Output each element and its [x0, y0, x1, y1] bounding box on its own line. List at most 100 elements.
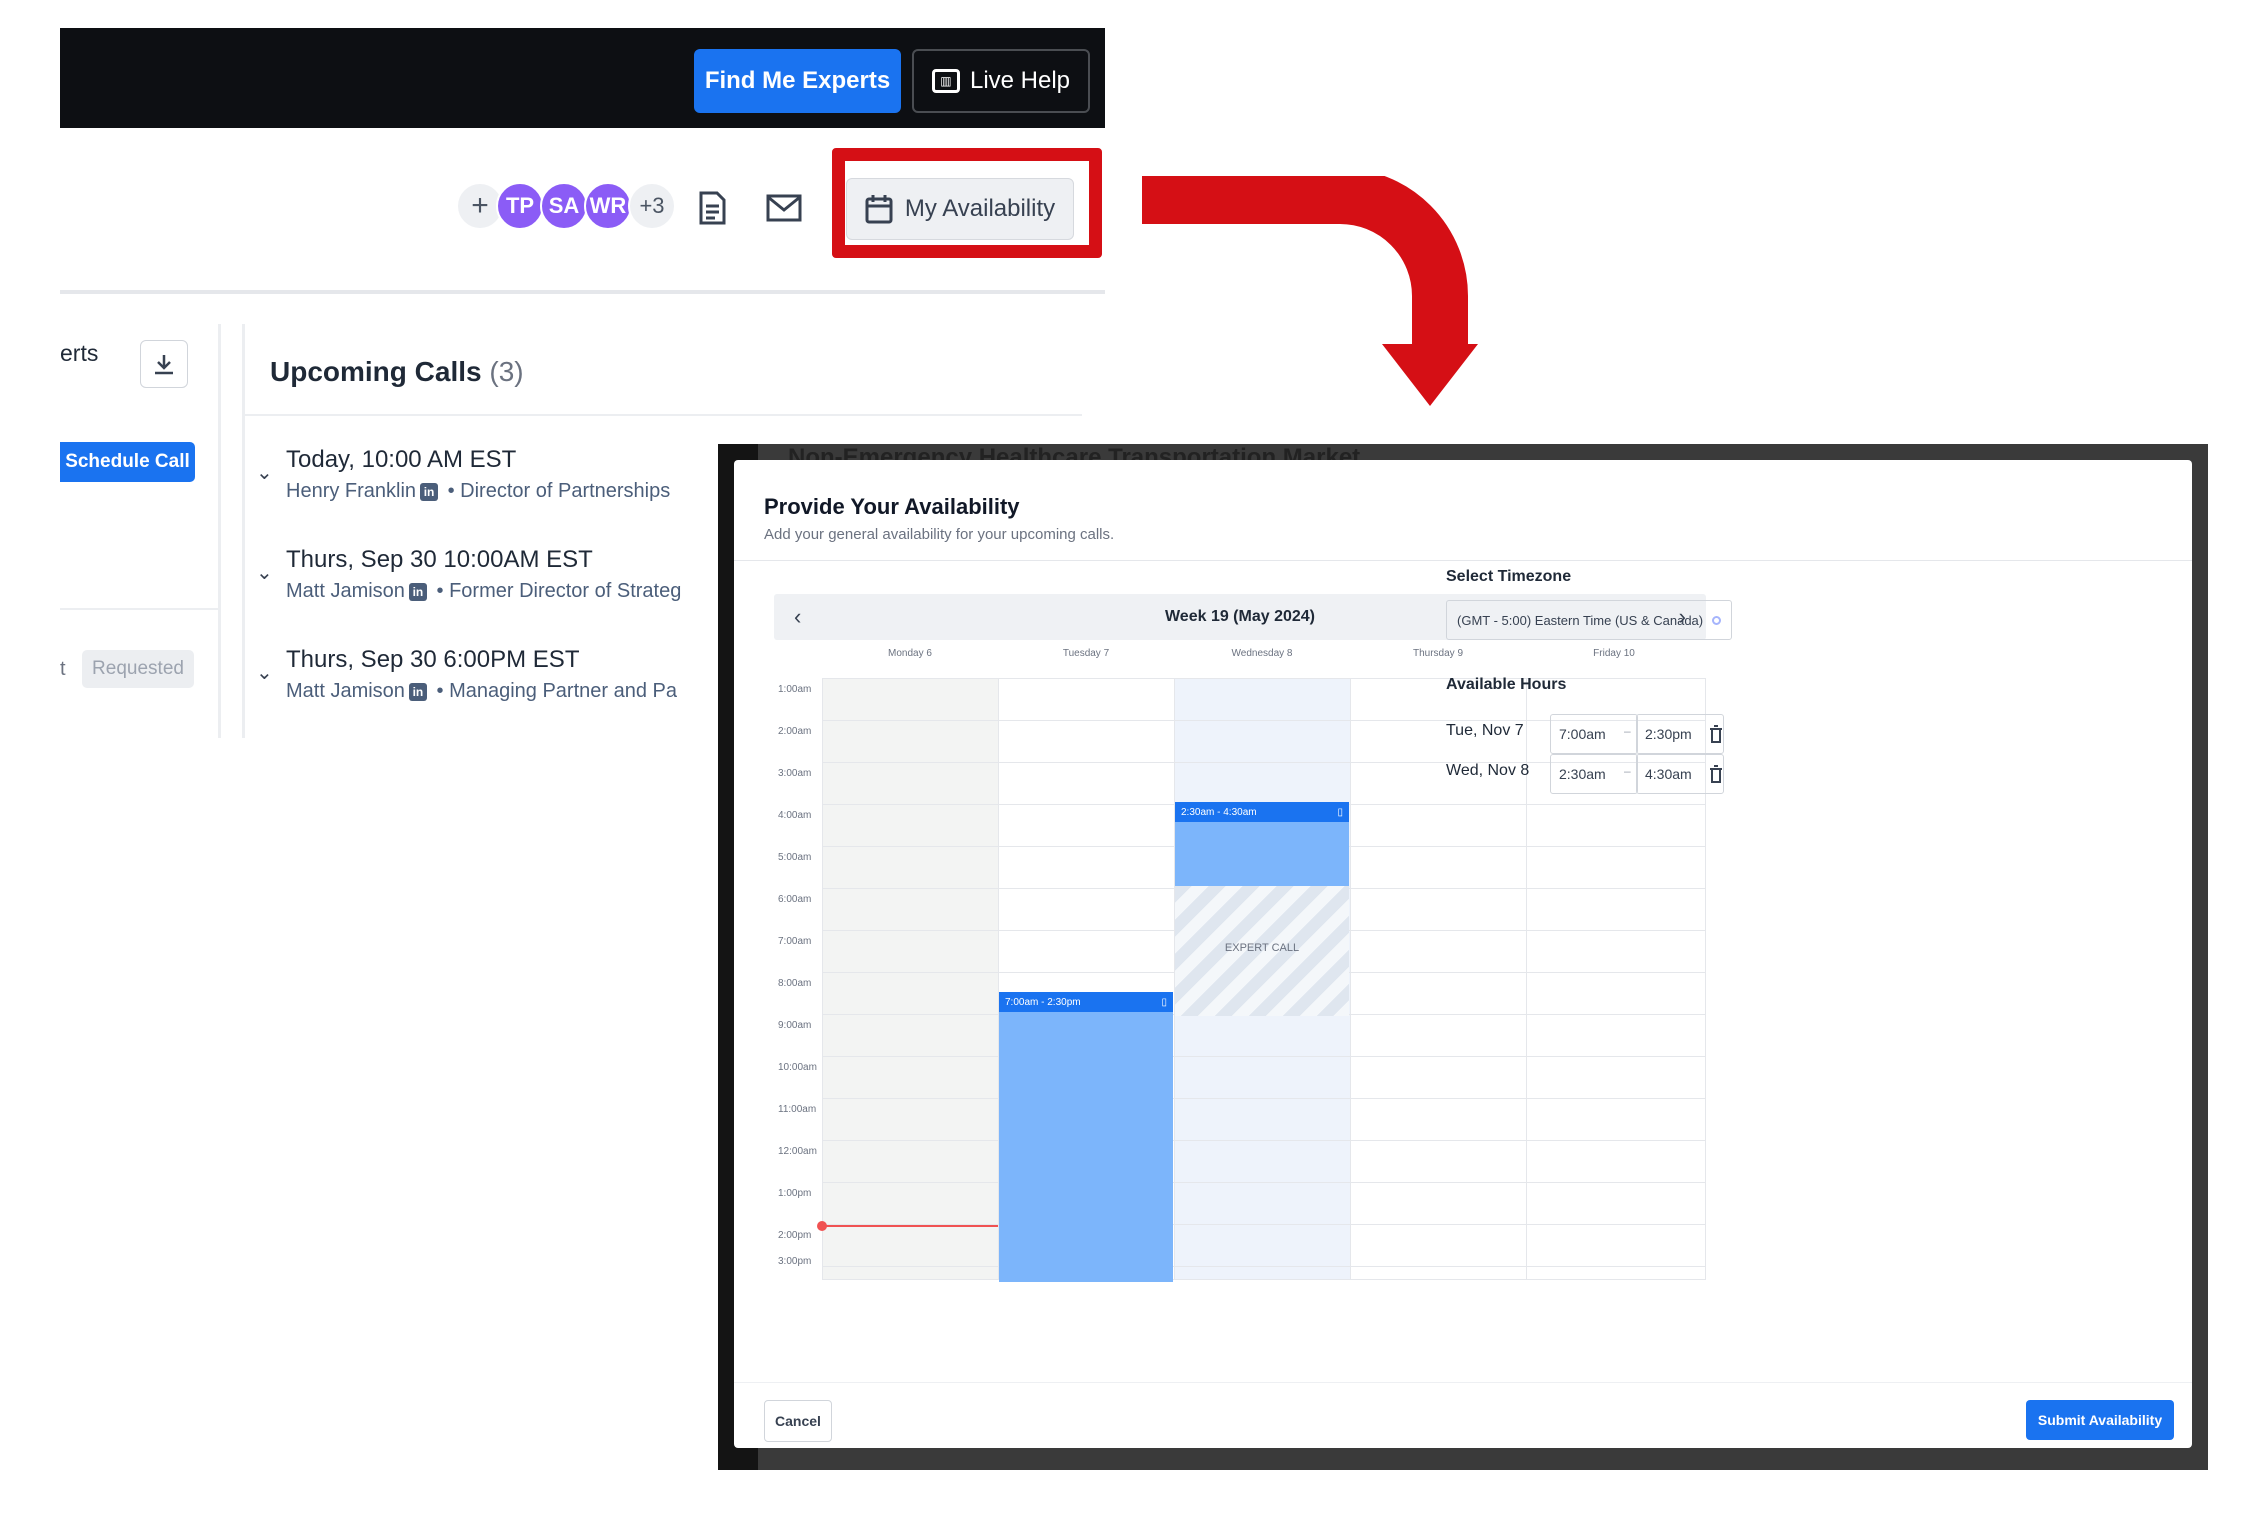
past-day-shade [822, 678, 998, 1280]
download-icon [155, 355, 173, 375]
timezone-select[interactable]: (GMT - 5:00) Eastern Time (US & Canada) [1446, 600, 1732, 640]
grid-line [822, 1182, 1706, 1183]
range-dash: – [1624, 724, 1631, 738]
avatar[interactable]: TP [496, 182, 544, 230]
avatar[interactable]: WR [584, 182, 632, 230]
call-participant: Matt Jamison in • Former Director of Stra… [286, 580, 682, 602]
hours-row: Tue, Nov 7 7:00am – 2:30pm [1446, 714, 1746, 754]
availability-block[interactable]: 2:30am - 4:30am ▯ [1175, 802, 1349, 886]
hours-day: Tue, Nov 7 [1446, 722, 1524, 739]
red-arrow-icon [1142, 176, 1478, 406]
linkedin-icon[interactable]: in [408, 682, 427, 701]
expert-call-label: EXPERT CALL [1224, 942, 1300, 954]
range-dash: – [1624, 764, 1631, 778]
avatar[interactable]: SA [540, 182, 588, 230]
trash-icon[interactable] [1708, 724, 1724, 744]
download-button[interactable] [140, 340, 188, 388]
time-label: 1:00pm [778, 1188, 812, 1199]
clear-icon[interactable] [1712, 615, 1721, 625]
call-time: Today, 10:00 AM EST [286, 446, 517, 473]
call-time: Thurs, Sep 30 6:00PM EST [286, 646, 580, 673]
grid-line [822, 1098, 1706, 1099]
chevron-down-icon[interactable]: ⌄ [256, 560, 273, 585]
time-label: 2:00pm [778, 1230, 812, 1241]
participant-name: Matt Jamison [286, 580, 405, 602]
chat-icon: ▥ [931, 69, 960, 93]
trash-icon[interactable]: ▯ [1161, 997, 1167, 1008]
time-label: 10:00am [778, 1062, 817, 1073]
expert-call-block: EXPERT CALL [1175, 886, 1349, 1016]
experts-tab[interactable]: erts [60, 340, 98, 367]
modal-title: Provide Your Availability [764, 494, 1020, 519]
time-label: 7:00am [778, 936, 812, 947]
divider [734, 1382, 2192, 1383]
top-bar: Find Me Experts ▥ Live Help [60, 28, 1105, 128]
participant-name: Henry Franklin [286, 480, 417, 502]
divider [244, 414, 1082, 416]
hours-day: Wed, Nov 8 [1446, 762, 1530, 779]
hours-row: Wed, Nov 8 2:30am – 4:30am [1446, 754, 1746, 794]
time-label: 11:00am [778, 1104, 817, 1115]
submit-availability-button[interactable]: Submit Availability [2026, 1400, 2174, 1440]
call-time: Thurs, Sep 30 10:00AM EST [286, 546, 593, 573]
time-label: 5:00am [778, 852, 812, 863]
find-me-experts-button[interactable]: Find Me Experts [694, 49, 901, 113]
divider [60, 290, 1105, 294]
availability-block-label: 2:30am - 4:30am [1181, 806, 1257, 818]
mail-icon[interactable] [764, 188, 804, 228]
grid-line [822, 1266, 1706, 1267]
time-label: 4:00am [778, 810, 812, 821]
available-hours-label: Available Hours [1446, 676, 1567, 693]
more-participants-badge[interactable]: +3 [628, 182, 676, 230]
participant-role: Director of Partnerships [460, 480, 671, 502]
truncated-text: t [60, 658, 66, 680]
grid-line [822, 678, 1706, 679]
timezone-label: Select Timezone [1446, 568, 1572, 585]
availability-block-label: 7:00am - 2:30pm [1005, 996, 1081, 1008]
grid-line [822, 1279, 1706, 1280]
availability-block-header: 2:30am - 4:30am ▯ [1175, 802, 1349, 822]
upcoming-calls-count: (3) [489, 356, 524, 387]
grid-line [822, 678, 823, 1280]
current-time-line [822, 1225, 998, 1227]
participant-name: Matt Jamison [286, 680, 405, 702]
schedule-call-button[interactable]: Schedule Call [60, 442, 195, 482]
live-help-label: Live Help [969, 67, 1071, 94]
time-label: 9:00am [778, 1020, 812, 1031]
trash-icon[interactable]: ▯ [1337, 807, 1343, 818]
day-header: Monday 6 [888, 648, 932, 659]
time-label: 3:00pm [778, 1256, 812, 1267]
availability-block[interactable]: 7:00am - 2:30pm ▯ [999, 992, 1173, 1282]
live-help-button[interactable]: ▥ Live Help [912, 49, 1090, 113]
cancel-button[interactable]: Cancel [764, 1400, 832, 1442]
grid-line [1350, 678, 1351, 1280]
divider [60, 608, 218, 610]
trash-icon[interactable] [1708, 764, 1724, 784]
timezone-value: (GMT - 5:00) Eastern Time (US & Canada) [1457, 612, 1704, 628]
time-label: 6:00am [778, 894, 812, 905]
linkedin-icon[interactable]: in [408, 582, 427, 601]
chevron-down-icon[interactable]: ⌄ [256, 460, 273, 485]
participant-role: Former Director of Strateg [449, 580, 682, 602]
day-header: Thursday 9 [1412, 648, 1464, 659]
linkedin-icon[interactable]: in [420, 482, 439, 501]
time-label: 3:00am [778, 768, 812, 779]
day-header: Tuesday 7 [1062, 648, 1110, 659]
modal-subtitle: Add your general availability for your u… [764, 526, 1115, 543]
time-label: 12:00am [778, 1146, 817, 1157]
upcoming-calls-title: Upcoming Calls (3) [270, 356, 524, 388]
grid-line [822, 1056, 1706, 1057]
call-participant: Henry Franklin in • Director of Partnersh… [286, 480, 671, 502]
requested-badge: Requested [82, 650, 194, 688]
chevron-down-icon[interactable]: ⌄ [256, 660, 273, 685]
grid-line [822, 1140, 1706, 1141]
time-label: 8:00am [778, 978, 812, 989]
document-icon[interactable] [692, 188, 732, 228]
time-label: 1:00am [778, 684, 812, 695]
divider [734, 560, 2192, 561]
day-header: Friday 10 [1593, 648, 1635, 659]
upcoming-calls-heading: Upcoming Calls [270, 356, 482, 387]
call-participant: Matt Jamison in • Managing Partner and Pa [286, 680, 677, 702]
availability-block-header: 7:00am - 2:30pm ▯ [999, 992, 1173, 1012]
highlight-box [832, 148, 1102, 258]
